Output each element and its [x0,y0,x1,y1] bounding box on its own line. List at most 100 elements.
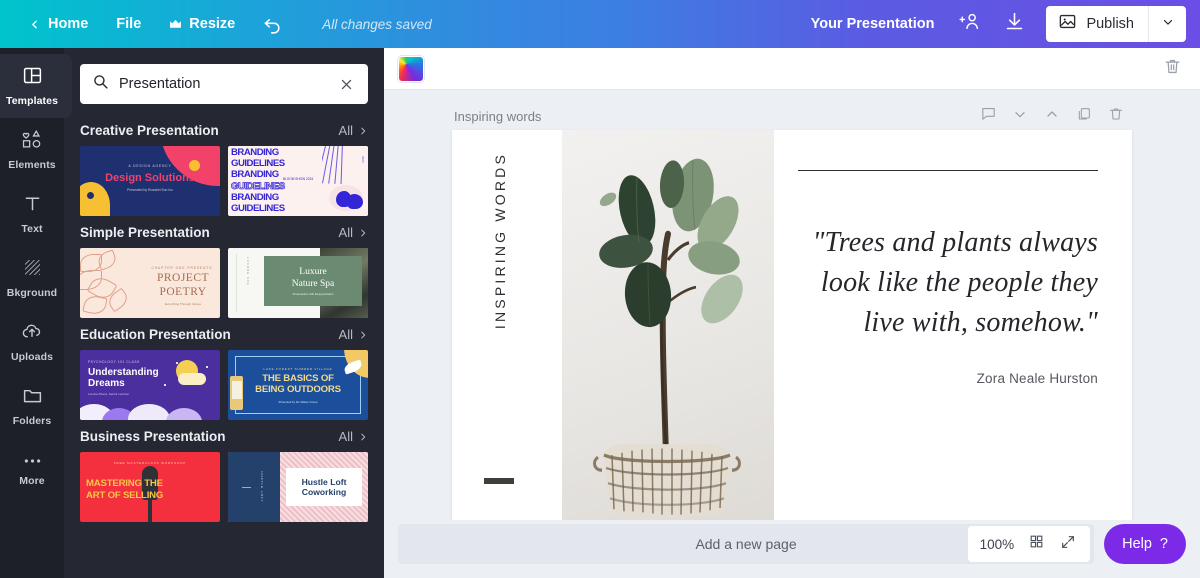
publish-main[interactable]: Publish [1046,6,1148,42]
template-thumbnail[interactable]: FREE MASTERCLASS WORKSHOP MASTERING THE … [80,452,220,522]
thumb-title: MASTERING THE [86,478,163,489]
file-menu-button[interactable]: File [102,9,155,39]
zoom-level[interactable]: 100% [976,537,1019,552]
sidebar-item-label: Bkground [7,287,57,299]
help-button[interactable]: Help ? [1104,524,1186,564]
folder-icon [22,385,43,411]
more-dots-icon [22,453,43,471]
sidebar-item-elements[interactable]: Elements [0,118,64,182]
top-bar: Home File Resize All changes saved Your … [0,0,1200,48]
template-thumbnail[interactable]: BRANDING GUIDELINES BRANDING GUIDELINES … [228,146,368,216]
slide-photo[interactable] [562,130,774,520]
section-all-link[interactable]: All [339,123,368,138]
left-rail: Templates Elements Text [0,48,64,578]
templates-icon [22,65,43,91]
all-label: All [339,327,353,342]
search-input[interactable] [119,76,325,92]
thumb-title: Design Solutions [80,172,220,184]
sidebar-item-background[interactable]: Bkground [0,246,64,310]
slide-vertical-title[interactable]: INSPIRING WORDS [492,152,508,329]
background-icon [22,257,43,283]
top-bar-left: Home File Resize All changes saved [0,8,432,41]
thumb-eyebrow: PSYCHOLOGY 101 CLASS [88,360,140,364]
add-page-button[interactable]: Add a new page 100% [398,524,1094,564]
slide-canvas[interactable]: INSPIRING WORDS [452,130,1132,520]
template-row-business: FREE MASTERCLASS WORKSHOP MASTERING THE … [80,452,368,522]
thumb-title: Hustle Loft Coworking [302,477,347,497]
template-thumbnail[interactable]: PSYCHOLOGY 101 CLASS Understanding Dream… [80,350,220,420]
slide-quote[interactable]: "Trees and plants always look like the p… [798,223,1098,343]
thumb-title-line2: Coworking [302,487,346,497]
clear-search-button[interactable] [335,73,358,96]
undo-button[interactable] [249,8,296,41]
color-swatch[interactable] [398,56,424,82]
thumb-title-line1: Luxure [299,267,326,277]
publish-button[interactable]: Publish [1046,6,1186,42]
delete-button[interactable] [1159,53,1186,85]
fullscreen-button[interactable] [1054,530,1082,558]
canvas-area: Inspiring words [384,90,1200,520]
top-bar-right: Your Presentation [799,5,1200,43]
section-all-link[interactable]: All [339,225,368,240]
move-page-up-button[interactable] [1038,103,1066,129]
home-button[interactable]: Home [14,9,102,39]
home-label: Home [48,16,88,32]
templates-list[interactable]: Creative Presentation All A DESIGN AGENC… [64,114,384,578]
comment-icon [980,105,997,127]
thumb-line: GUIDELINES [231,181,322,192]
add-page-label: Add a new page [695,536,796,552]
thumb-eyebrow: FREE MASTERCLASS WORKSHOP [80,461,220,465]
template-thumbnail[interactable]: CHAPTER ONE PRESENTS PROJECT POETRY Ever… [80,248,220,318]
duplicate-page-button[interactable] [1070,103,1098,129]
section-title: Business Presentation [80,429,226,444]
section-header-business: Business Presentation All [80,420,368,452]
all-label: All [339,429,353,444]
thumb-title-line1: Hustle Loft [302,477,347,487]
sidebar-item-more[interactable]: More [0,438,64,502]
trash-icon [1108,106,1124,127]
template-row-simple: CHAPTER ONE PRESENTS PROJECT POETRY Ever… [80,248,368,318]
thumb-title-line2: Dreams [88,378,125,389]
sidebar-item-templates[interactable]: Templates [0,54,64,118]
chevron-left-icon [28,18,41,31]
slide-author[interactable]: Zora Neale Hurston [798,371,1098,386]
template-thumbnail[interactable]: A DESIGN AGENCY Design Solutions Present… [80,146,220,216]
sidebar-item-text[interactable]: Text [0,182,64,246]
share-button[interactable] [950,5,990,43]
duplicate-icon [1076,106,1092,127]
slide-dash-decoration [484,478,514,484]
sidebar-item-folders[interactable]: Folders [0,374,64,438]
document-title[interactable]: Your Presentation [799,10,947,38]
trash-icon [1163,57,1182,81]
sidebar-item-label: Templates [6,95,58,107]
search-box[interactable] [80,64,368,104]
move-page-down-button[interactable] [1006,103,1034,129]
search-icon [92,73,109,95]
elements-icon [21,129,43,155]
sidebar-item-uploads[interactable]: Uploads [0,310,64,374]
template-thumbnail[interactable]: HUSTLE LOFT Hustle Loft Coworking [228,452,368,522]
thumb-line: GUIDELINES [231,203,322,214]
resize-button[interactable]: Resize [155,9,249,39]
template-thumbnail[interactable]: LUXURE SPA Luxure Nature Spa Presentatio… [228,248,368,318]
section-all-link[interactable]: All [339,429,368,444]
add-people-icon [958,11,982,38]
download-button[interactable] [994,5,1034,43]
chevron-down-icon [1012,106,1028,127]
section-title: Simple Presentation [80,225,210,240]
thumb-side-text: LUXURE SPA [246,257,250,286]
template-row-creative: A DESIGN AGENCY Design Solutions Present… [80,146,368,216]
page-title[interactable]: Inspiring words [454,109,541,124]
template-thumbnail[interactable]: LAKE FOREST SUMMER VILLAGE THE BASICS OF… [228,350,368,420]
comment-button[interactable] [974,103,1002,129]
help-label: Help [1122,536,1152,552]
grid-view-button[interactable] [1022,530,1050,558]
thumb-line: BRANDING [231,192,322,203]
thumb-lines: BRANDING GUIDELINES BRANDING GUIDELINES … [228,146,322,216]
thumb-art-2: Hustle Loft Coworking [280,452,368,522]
section-all-link[interactable]: All [339,327,368,342]
download-icon [1004,11,1025,37]
thumb-title-2: ART OF SELLING [86,490,163,501]
delete-page-button[interactable] [1102,103,1130,129]
publish-dropdown-button[interactable] [1148,6,1186,42]
